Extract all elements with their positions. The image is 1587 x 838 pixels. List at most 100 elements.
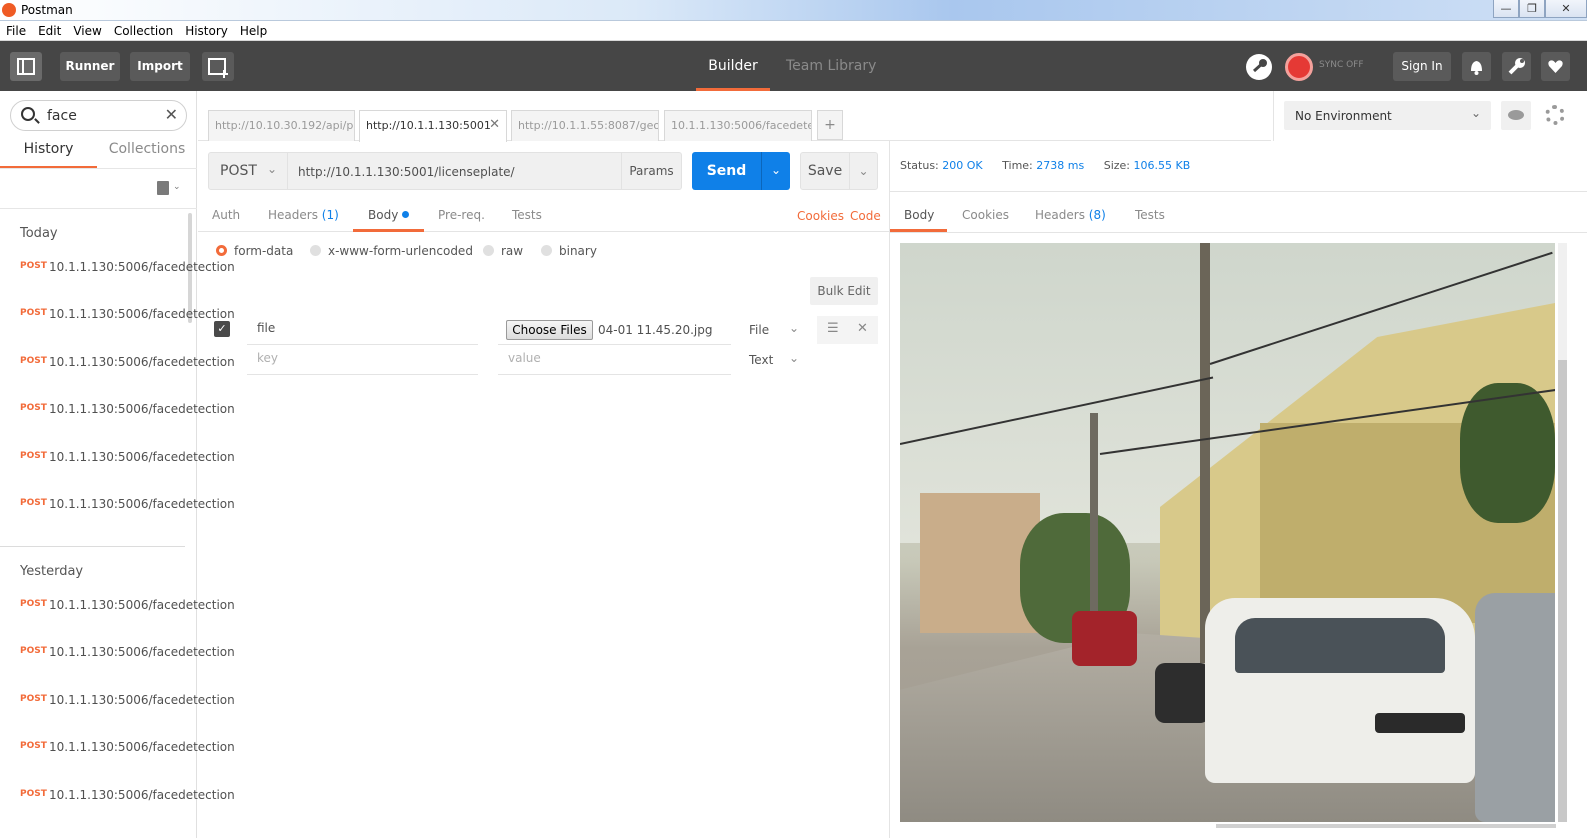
history-item[interactable]: POST 10.1.1.130:5006/facedetection [20,353,235,397]
postman-logo-icon [2,3,16,17]
method-badge: POST [20,451,47,461]
method-value: POST [220,163,257,179]
bulk-edit-button[interactable]: Bulk Edit [810,277,878,305]
choose-files-button[interactable]: Choose Files [506,320,593,340]
save-options-button[interactable]: ⌄ [849,152,878,190]
menu-collection[interactable]: Collection [108,21,179,40]
runner-button[interactable]: Runner [60,52,120,81]
radio-form-data[interactable]: form-data [216,244,293,258]
history-item[interactable]: POST 10.1.1.130:5006/facedetection [20,738,235,782]
add-tab-button[interactable]: + [817,110,843,140]
type-select[interactable]: Text ⌄ [749,351,799,367]
request-tab[interactable]: 10.1.1.130:5006/facedetecti [664,110,812,141]
save-button[interactable]: Save [800,152,850,190]
window-title: Postman [21,3,73,17]
response-scrollbar-thumb[interactable] [1558,360,1567,822]
tab-auth[interactable]: Auth [212,208,240,222]
eye-icon [1508,110,1524,120]
type-value: File [749,323,770,337]
request-tab[interactable]: http://10.1.1.55:8087/geose [511,110,659,141]
close-window-button[interactable]: ✕ [1545,0,1587,18]
chevron-down-icon[interactable]: ⌄ [173,182,181,192]
environment-quick-look-button[interactable] [1501,101,1531,130]
environment-select[interactable]: No Environment ⌄ [1284,101,1491,130]
type-select[interactable]: File ⌄ [749,321,799,337]
menu-edit[interactable]: Edit [32,21,67,40]
value-field[interactable]: value [498,351,731,375]
trash-icon[interactable] [157,181,169,195]
pane-divider[interactable] [889,141,890,838]
method-select[interactable]: POST ⌄ [208,152,288,190]
response-horizontal-scrollbar[interactable] [1216,824,1556,828]
params-button[interactable]: Params [621,152,682,190]
code-link[interactable]: Code [850,209,881,223]
radio-raw[interactable]: raw [483,244,523,258]
chevron-down-icon: ⌄ [789,321,800,335]
method-badge: POST [20,403,47,413]
radio-label: binary [559,244,597,258]
delete-row-icon[interactable]: ✕ [857,321,868,336]
menu-file[interactable]: File [0,21,32,40]
minimize-button[interactable]: — [1493,0,1519,18]
response-tab-tests[interactable]: Tests [1135,208,1165,222]
tab-prerequest[interactable]: Pre-req. [438,208,485,222]
tab-headers[interactable]: Headers (1) [268,208,339,222]
radio-urlencoded[interactable]: x-www-form-urlencoded [310,244,473,258]
method-badge: POST [20,356,47,366]
history-item[interactable]: POST 10.1.1.130:5006/facedetection [20,305,235,349]
history-item[interactable]: POST 10.1.1.130:5006/facedetection [20,596,235,640]
menu-view[interactable]: View [67,21,107,40]
new-window-button[interactable] [202,52,234,81]
key-field[interactable]: file [247,321,478,345]
tab-body[interactable]: Body [368,208,410,222]
maximize-button[interactable]: ❐ [1519,0,1545,18]
tab-history[interactable]: History [0,141,97,169]
sync-icon[interactable] [1285,53,1313,81]
tab-collections[interactable]: Collections [97,141,197,169]
settings-wrench-icon[interactable] [1502,52,1531,81]
radio-binary[interactable]: binary [541,244,597,258]
method-badge: POST [20,308,47,318]
history-item[interactable]: POST 10.1.1.130:5006/facedetection [20,448,235,492]
history-item[interactable]: POST 10.1.1.130:5006/facedetection [20,691,235,735]
history-url: 10.1.1.130:5006/facedetection [49,307,235,321]
key-field[interactable]: key [247,351,478,375]
send-options-button[interactable]: ⌄ [761,152,790,190]
response-tab-body[interactable]: Body [904,208,934,222]
history-url: 10.1.1.130:5006/facedetection [49,598,235,612]
history-item[interactable]: POST 10.1.1.130:5006/facedetection [20,495,235,539]
radio-icon [483,245,494,256]
heart-icon[interactable] [1541,52,1570,81]
gear-icon[interactable] [1545,105,1565,125]
sign-in-button[interactable]: Sign In [1393,52,1451,81]
menu-help[interactable]: Help [234,21,273,40]
response-tab-headers[interactable]: Headers (8) [1035,208,1106,222]
request-tab-label: http://10.1.1.130:5001 [366,119,491,132]
tab-builder[interactable]: Builder [696,41,770,91]
notifications-bell-icon[interactable] [1462,52,1491,81]
response-tab-headers-label: Headers [1035,208,1085,222]
request-tab-active[interactable]: http://10.1.1.130:5001 ✕ [359,110,507,142]
history-item[interactable]: POST 10.1.1.130:5006/facedetection [20,400,235,444]
send-button[interactable]: Send [692,152,761,190]
response-tab-cookies[interactable]: Cookies [962,208,1009,222]
row-checkbox[interactable]: ✓ [214,321,230,337]
history-item[interactable]: POST 10.1.1.130:5006/facedetection [20,786,235,830]
request-tab[interactable]: http://10.10.30.192/api/plac [208,110,355,141]
tab-tests[interactable]: Tests [512,208,542,222]
drag-handle-icon[interactable]: ☰ [827,321,839,336]
tab-team-library[interactable]: Team Library [786,41,876,91]
import-button[interactable]: Import [130,52,190,81]
close-tab-icon[interactable]: ✕ [489,117,500,132]
history-item[interactable]: POST 10.1.1.130:5006/facedetection [20,258,235,302]
url-input[interactable]: http://10.1.1.130:5001/licenseplate/ [288,152,621,190]
toggle-sidebar-button[interactable] [10,52,42,81]
interceptor-icon[interactable] [1246,54,1272,80]
search-input[interactable]: face ✕ [10,100,187,131]
radio-label: raw [501,244,524,258]
search-icon [21,107,35,121]
menu-history[interactable]: History [179,21,234,40]
clear-search-icon[interactable]: ✕ [165,105,178,124]
history-item[interactable]: POST 10.1.1.130:5006/facedetection [20,643,235,687]
cookies-link[interactable]: Cookies [797,209,844,223]
